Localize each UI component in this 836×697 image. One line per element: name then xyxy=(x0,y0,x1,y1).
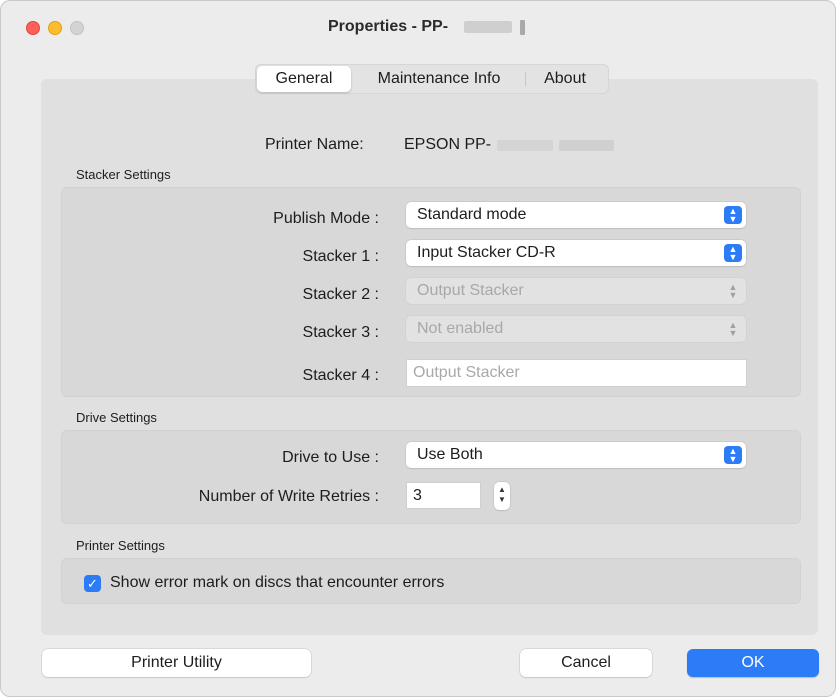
stacker-3-value: Not enabled xyxy=(417,320,504,337)
zoom-window-button[interactable] xyxy=(70,21,84,35)
minimize-window-button[interactable] xyxy=(48,21,62,35)
tab-general[interactable]: General xyxy=(257,66,351,92)
write-retries-stepper[interactable]: ▲ ▼ xyxy=(494,482,510,510)
popup-chevrons-icon: ▲ ▼ xyxy=(724,446,742,464)
publish-mode-popup[interactable]: Standard mode ▲ ▼ xyxy=(406,202,746,228)
write-retries-label: Number of Write Retries : xyxy=(198,488,379,505)
stacker-2-popup: Output Stacker ▲ ▼ xyxy=(406,278,746,304)
stacker-1-label: Stacker 1 : xyxy=(302,248,379,265)
title-redacted-mark xyxy=(464,21,512,33)
printer-name-label: Printer Name: xyxy=(265,136,364,153)
tab-separator xyxy=(525,72,526,86)
drive-to-use-label: Drive to Use : xyxy=(282,449,379,466)
stacker-4-label: Stacker 4 : xyxy=(302,367,379,384)
stacker-2-label: Stacker 2 : xyxy=(302,286,379,303)
tab-bar: General Maintenance Info About xyxy=(255,64,609,94)
close-window-button[interactable] xyxy=(26,21,40,35)
drive-settings-heading: Drive Settings xyxy=(76,410,157,425)
write-retries-input[interactable]: 3 xyxy=(406,482,481,509)
publish-mode-value: Standard mode xyxy=(417,206,527,223)
stacker-2-value: Output Stacker xyxy=(417,282,524,299)
window-title: Properties - PP- xyxy=(328,18,449,35)
ok-button[interactable]: OK xyxy=(687,649,819,677)
tab-maintenance-info[interactable]: Maintenance Info xyxy=(359,64,519,94)
stacker-1-popup[interactable]: Input Stacker CD-R ▲ ▼ xyxy=(406,240,746,266)
popup-chevrons-icon: ▲ ▼ xyxy=(724,244,742,262)
cancel-button[interactable]: Cancel xyxy=(520,649,652,677)
title-bar: Properties - PP- xyxy=(1,1,835,55)
show-error-mark-checkbox[interactable]: ✓ xyxy=(84,575,101,592)
stacker-3-popup: Not enabled ▲ ▼ xyxy=(406,316,746,342)
printer-name-redacted-mark-2 xyxy=(559,140,614,151)
printer-settings-heading: Printer Settings xyxy=(76,538,165,553)
stacker-4-field[interactable]: Output Stacker xyxy=(406,359,747,387)
printer-utility-button[interactable]: Printer Utility xyxy=(42,649,311,677)
stacker-settings-heading: Stacker Settings xyxy=(76,167,171,182)
publish-mode-label: Publish Mode : xyxy=(273,210,379,227)
show-error-mark-label[interactable]: Show error mark on discs that encounter … xyxy=(110,574,444,592)
stacker-1-value: Input Stacker CD-R xyxy=(417,244,556,261)
popup-chevrons-icon: ▲ ▼ xyxy=(728,320,738,338)
title-redacted-mark-2 xyxy=(520,20,525,35)
printer-name-value: EPSON PP- xyxy=(404,136,492,153)
stacker-3-label: Stacker 3 : xyxy=(302,324,379,341)
drive-to-use-value: Use Both xyxy=(417,446,483,463)
printer-name-redacted-mark xyxy=(497,140,553,151)
tab-about[interactable]: About xyxy=(531,64,599,94)
drive-to-use-popup[interactable]: Use Both ▲ ▼ xyxy=(406,442,746,468)
popup-chevrons-icon: ▲ ▼ xyxy=(724,206,742,224)
properties-window: Properties - PP- General Maintenance Inf… xyxy=(0,0,836,697)
popup-chevrons-icon: ▲ ▼ xyxy=(728,282,738,300)
